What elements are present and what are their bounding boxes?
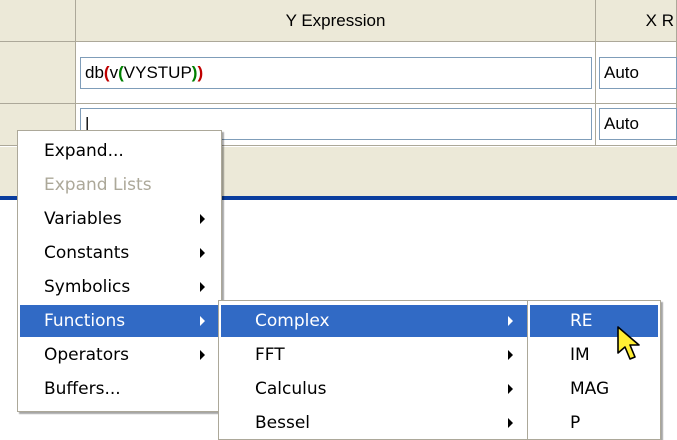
submenu-arrow-icon [508,384,513,394]
menu-item-label: Bessel [255,413,311,433]
column-header-label: Y Expression [285,10,386,30]
submenu-item-complex[interactable]: Complex [221,305,527,337]
menu-item-variables[interactable]: Variables [20,203,219,235]
menu-item-expand-lists: Expand Lists [20,169,219,201]
column-header-x-range[interactable]: X R [596,0,677,42]
menu-item-label: Calculus [255,379,327,399]
menu-item-label: Variables [44,209,122,229]
x-range-value: Auto [604,114,639,133]
submenu-arrow-icon [508,418,513,428]
menu-item-buffers[interactable]: Buffers... [20,373,219,405]
menu-item-label: Buffers... [44,379,121,399]
submenu-item-p[interactable]: P [530,407,658,439]
row-header-corner [0,0,76,42]
menu-item-functions[interactable]: Functions [20,305,219,337]
menu-item-label: RE [570,311,593,331]
functions-submenu: Complex FFT Calculus Bessel [218,300,530,440]
expr-text: v [109,63,119,82]
submenu-arrow-icon [200,282,205,292]
column-header-label: X R [645,10,674,30]
expr-paren: ) [197,63,204,82]
menu-item-label: Complex [255,311,330,331]
menu-item-label: IM [570,345,590,365]
menu-item-constants[interactable]: Constants [20,237,219,269]
y-expression-field[interactable]: db(v(VYSTUP)) [80,57,592,89]
submenu-arrow-icon [508,350,513,360]
submenu-arrow-icon [200,316,205,326]
menu-item-symbolics[interactable]: Symbolics [20,271,219,303]
submenu-item-calculus[interactable]: Calculus [221,373,527,405]
expr-text: VYSTUP [123,63,192,82]
x-range-value: Auto [604,63,639,82]
submenu-arrow-icon [508,316,513,326]
menu-item-label: Expand... [44,141,124,161]
menu-item-label: FFT [255,345,285,365]
complex-submenu: RE IM MAG P [527,300,661,440]
menu-item-operators[interactable]: Operators [20,339,219,371]
expr-text: db [85,63,104,82]
menu-item-label: Symbolics [44,277,131,297]
column-header-y-expression[interactable]: Y Expression [76,0,596,42]
menu-item-label: Operators [44,345,129,365]
submenu-item-bessel[interactable]: Bessel [221,407,527,439]
x-range-field[interactable]: Auto [599,57,677,89]
submenu-arrow-icon [200,214,205,224]
submenu-item-fft[interactable]: FFT [221,339,527,371]
context-menu: Expand... Expand Lists Variables Constan… [17,130,222,412]
x-range-field[interactable]: Auto [599,108,677,140]
submenu-arrow-icon [200,350,205,360]
menu-item-label: MAG [570,379,610,399]
submenu-item-mag[interactable]: MAG [530,373,658,405]
row-header-1[interactable] [0,42,76,104]
menu-item-label: Expand Lists [44,175,152,195]
menu-item-label: Functions [44,311,126,331]
menu-item-label: P [570,413,581,433]
submenu-arrow-icon [200,248,205,258]
mouse-pointer-icon [617,326,640,360]
menu-item-label: Constants [44,243,130,263]
menu-item-expand[interactable]: Expand... [20,135,219,167]
